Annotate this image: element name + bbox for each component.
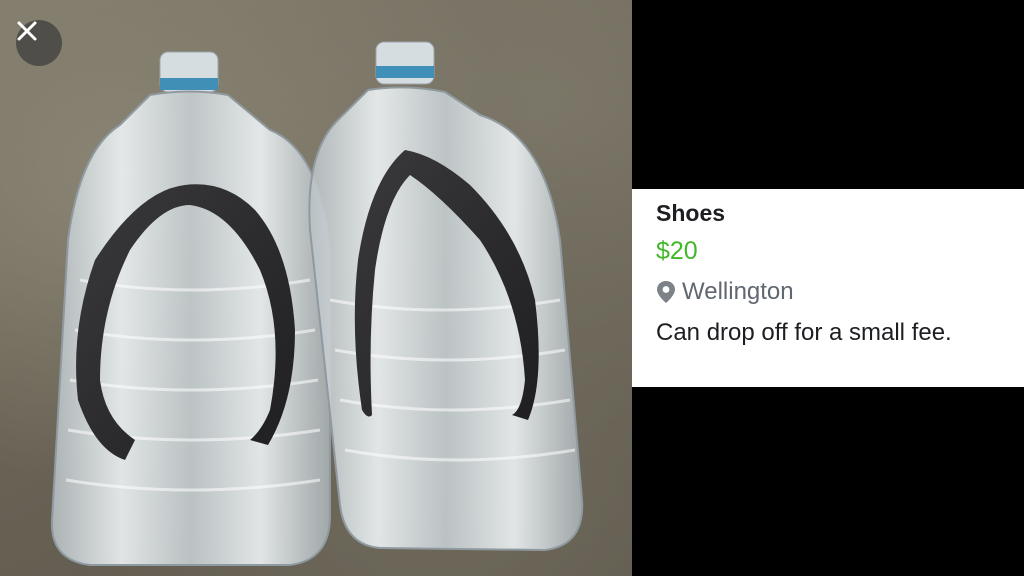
close-icon <box>17 21 37 41</box>
location-label: Wellington <box>682 278 794 305</box>
listing-title[interactable]: Shoes <box>656 199 1024 227</box>
location-pin-icon <box>656 280 676 304</box>
left-sandal <box>50 51 331 566</box>
listing-price: $20 <box>656 237 698 265</box>
viewer: Shoes $20 Wellington Can drop off for a … <box>0 0 1024 576</box>
listing-card[interactable]: Shoes $20 Wellington Can drop off for a … <box>632 189 1024 387</box>
listing-location[interactable]: Wellington <box>656 277 1024 307</box>
bottle-sandals-illustration <box>50 41 584 566</box>
close-button[interactable] <box>16 20 62 66</box>
listing-photo[interactable] <box>0 0 632 576</box>
listing-description: Can drop off for a small fee. <box>656 319 952 346</box>
right-sandal <box>308 41 584 552</box>
